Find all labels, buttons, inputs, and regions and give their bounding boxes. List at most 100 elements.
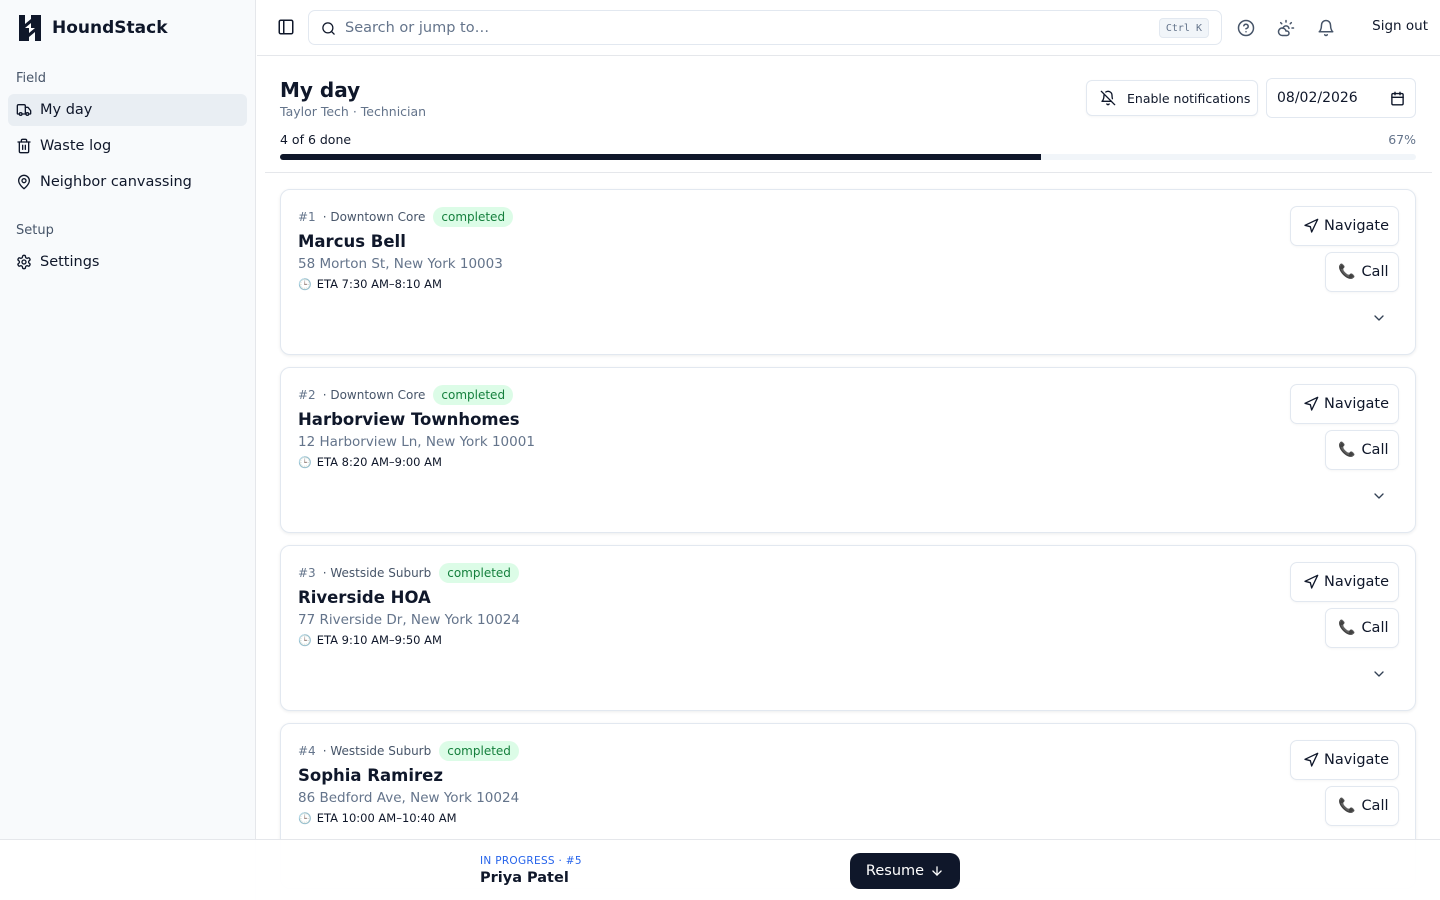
stop-eta-text: ETA 8:20 AM–9:00 AM [316, 455, 442, 469]
stop-card: #3 · Westside Suburb completed Riverside… [280, 545, 1416, 711]
sidebar-item-label: Waste log [40, 138, 112, 154]
resume-button[interactable]: Resume [850, 853, 960, 889]
stop-number: #3 [298, 566, 316, 580]
date-value: 08/02/2026 [1277, 90, 1358, 106]
call-label: Call [1361, 798, 1389, 814]
navigation-arrow-icon [1304, 396, 1319, 411]
search-icon [322, 22, 335, 35]
shortcut-hint: Ctrl K [1158, 18, 1209, 38]
call-label: Call [1361, 442, 1389, 458]
call-button[interactable]: 📞 Call [1325, 430, 1399, 470]
top-bar: Ctrl K Sign out [257, 0, 1440, 56]
sidebar-item-label: Neighbor canvassing [40, 174, 192, 190]
stop-meta: #1 · Downtown Core completed [298, 207, 514, 227]
status-badge: completed [433, 207, 514, 227]
page-subtitle: Taylor Tech · Technician [280, 104, 427, 119]
help-icon[interactable] [1237, 19, 1255, 37]
call-button[interactable]: 📞 Call [1325, 608, 1399, 648]
navigation-arrow-icon [1304, 218, 1319, 233]
phone-icon: 📞 [1338, 442, 1356, 458]
sidebar-item-my-day[interactable]: My day [8, 94, 247, 126]
stop-address: 86 Bedford Ave, New York 10024 [298, 790, 520, 806]
status-badge: completed [439, 741, 519, 761]
resume-label: Resume [865, 863, 925, 879]
chevron-down-icon[interactable] [1371, 488, 1387, 504]
stop-meta: #3 · Westside Suburb completed [298, 563, 519, 583]
clock-icon: 🕒 [298, 455, 312, 469]
stop-eta: 🕒 ETA 8:20 AM–9:00 AM [298, 455, 442, 469]
sidebar-item-neighbor-canvassing[interactable]: Neighbor canvassing [8, 166, 247, 198]
search-box[interactable]: Ctrl K [308, 10, 1222, 45]
chevron-down-icon[interactable] [1371, 666, 1387, 682]
map-pin-icon [16, 174, 32, 190]
in-progress-name: Priya Patel [480, 870, 569, 886]
sidebar-item-label: Settings [40, 254, 100, 270]
stop-eta: 🕒 ETA 7:30 AM–8:10 AM [298, 277, 442, 291]
stop-eta-text: ETA 7:30 AM–8:10 AM [316, 277, 442, 291]
page-title: My day [280, 78, 361, 102]
stop-card: #2 · Downtown Core completed Harborview … [280, 367, 1416, 533]
navigate-label: Navigate [1324, 752, 1390, 768]
navigate-label: Navigate [1324, 396, 1390, 412]
phone-icon: 📞 [1338, 264, 1356, 280]
navigate-button[interactable]: Navigate [1290, 562, 1399, 602]
sidebar-item-waste-log[interactable]: Waste log [8, 130, 247, 162]
arrow-down-icon [932, 866, 942, 876]
in-progress-status: IN PROGRESS · #5 [480, 855, 582, 867]
stop-card: #1 · Downtown Core completed Marcus Bell… [280, 189, 1416, 355]
sidebar-toggle-icon[interactable] [277, 18, 295, 36]
call-button[interactable]: 📞 Call [1325, 252, 1399, 292]
call-label: Call [1361, 264, 1389, 280]
stop-name: Riverside HOA [298, 588, 431, 607]
enable-notifications-button[interactable]: Enable notifications [1086, 80, 1258, 116]
calendar-icon[interactable] [1390, 91, 1405, 106]
stop-eta-text: ETA 10:00 AM–10:40 AM [316, 811, 457, 825]
status-badge: completed [439, 563, 519, 583]
brand-name: HoundStack [52, 18, 168, 38]
stop-address: 58 Morton St, New York 10003 [298, 256, 503, 272]
phone-icon: 📞 [1338, 798, 1356, 814]
navigate-button[interactable]: Navigate [1290, 206, 1399, 246]
stop-name: Sophia Ramirez [298, 766, 443, 785]
stop-name: Marcus Bell [298, 232, 406, 251]
navigation-arrow-icon [1304, 574, 1319, 589]
bell-off-icon [1100, 90, 1116, 106]
search-input[interactable] [345, 11, 1125, 44]
stop-meta: #2 · Downtown Core completed [298, 385, 514, 405]
date-picker[interactable]: 08/02/2026 [1266, 78, 1416, 118]
progress-percent: 67% [1388, 132, 1416, 147]
stop-address: 12 Harborview Ln, New York 10001 [298, 434, 535, 450]
stop-name: Harborview Townhomes [298, 410, 520, 429]
stop-number: #2 [298, 388, 316, 402]
nav-section-field: Field [16, 71, 47, 86]
stop-eta: 🕒 ETA 9:10 AM–9:50 AM [298, 633, 442, 647]
stop-eta: 🕒 ETA 10:00 AM–10:40 AM [298, 811, 457, 825]
chevron-down-icon[interactable] [1371, 310, 1387, 326]
navigate-label: Navigate [1324, 218, 1390, 234]
call-button[interactable]: 📞 Call [1325, 786, 1399, 826]
call-label: Call [1361, 620, 1389, 636]
clock-icon: 🕒 [298, 633, 312, 647]
sidebar-item-label: My day [40, 102, 93, 118]
houndstack-logo-icon [19, 15, 41, 41]
stop-region: · Downtown Core [322, 388, 426, 402]
navigate-button[interactable]: Navigate [1290, 384, 1399, 424]
gear-icon [16, 254, 32, 270]
stop-eta-text: ETA 9:10 AM–9:50 AM [316, 633, 442, 647]
phone-icon: 📞 [1338, 620, 1356, 636]
stop-address: 77 Riverside Dr, New York 10024 [298, 612, 520, 628]
navigate-button[interactable]: Navigate [1290, 740, 1399, 780]
bell-icon[interactable] [1317, 19, 1335, 37]
nav-section-setup: Setup [16, 223, 54, 238]
truck-icon [16, 102, 32, 118]
sign-out-button[interactable]: Sign out [1372, 18, 1428, 34]
navigation-arrow-icon [1304, 752, 1319, 767]
in-progress-bar: IN PROGRESS · #5 Priya Patel Resume [0, 839, 1440, 900]
sidebar-item-settings[interactable]: Settings [8, 246, 247, 278]
sidebar: HoundStack Field My day Waste log Neighb… [0, 0, 256, 900]
clock-icon: 🕒 [298, 811, 312, 825]
stop-region: · Westside Suburb [322, 566, 432, 580]
brand[interactable]: HoundStack [0, 0, 255, 56]
theme-toggle-icon[interactable] [1277, 19, 1295, 37]
trash-icon [16, 138, 32, 154]
